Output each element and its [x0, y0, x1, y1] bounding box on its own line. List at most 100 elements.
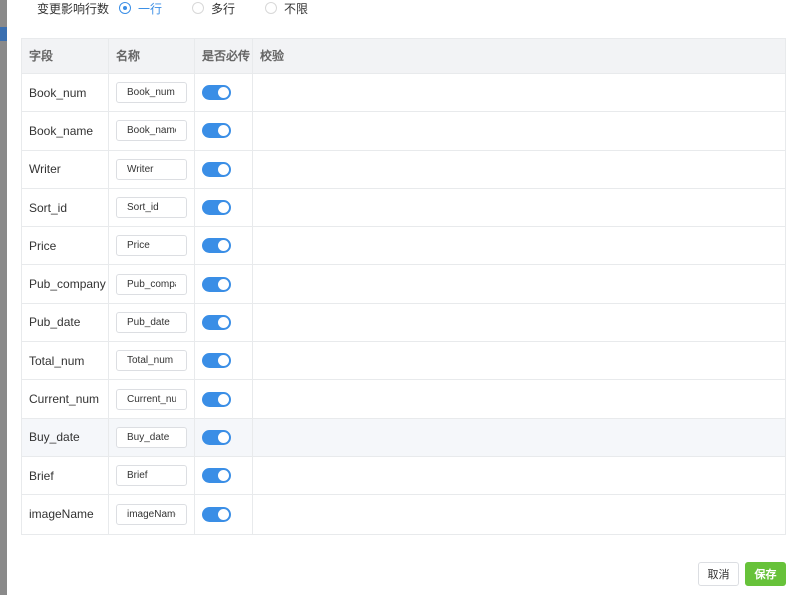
- radio-option-label[interactable]: 一行: [138, 0, 162, 17]
- required-toggle[interactable]: [202, 314, 231, 330]
- name-cell: [109, 495, 195, 534]
- name-input[interactable]: [116, 350, 187, 372]
- name-cell: [109, 418, 195, 456]
- background-page-edge: [0, 0, 7, 595]
- required-toggle[interactable]: [202, 468, 231, 484]
- required-cell: [195, 456, 253, 495]
- validation-cell: [253, 380, 785, 417]
- name-input[interactable]: [116, 120, 187, 142]
- required-toggle[interactable]: [202, 85, 231, 101]
- table-row: Sort_id: [22, 188, 785, 228]
- required-cell: [195, 265, 253, 303]
- background-page-marker: [0, 27, 7, 41]
- radio-checked-icon[interactable]: [119, 2, 132, 14]
- name-input[interactable]: [116, 273, 187, 295]
- required-cell: [195, 188, 253, 227]
- name-cell: [109, 74, 195, 112]
- column-header-field: 字段: [22, 39, 109, 73]
- required-cell: [195, 342, 253, 380]
- table-row: imageName: [22, 495, 785, 534]
- name-cell: [109, 227, 195, 265]
- field-cell: imageName: [22, 495, 109, 534]
- validation-cell: [253, 304, 785, 341]
- required-cell: [195, 112, 253, 150]
- field-cell: Buy_date: [22, 418, 109, 456]
- field-cell: Brief: [22, 456, 109, 495]
- name-cell: [109, 342, 195, 380]
- name-cell: [109, 303, 195, 342]
- column-header-name: 名称: [109, 39, 195, 73]
- name-cell: [109, 456, 195, 495]
- radio-option-label[interactable]: 多行: [211, 0, 235, 17]
- validation-cell: [253, 342, 785, 379]
- required-toggle[interactable]: [202, 200, 231, 216]
- required-cell: [195, 227, 253, 265]
- table-row: Price: [22, 227, 785, 266]
- required-toggle[interactable]: [202, 391, 231, 407]
- affected-rows-radio-group: 变更影响行数 一行 多行 不限: [37, 0, 338, 16]
- required-toggle[interactable]: [202, 238, 231, 254]
- validation-cell: [253, 495, 785, 533]
- required-toggle[interactable]: [202, 506, 231, 522]
- validation-cell: [253, 74, 785, 111]
- save-button[interactable]: 保存: [745, 562, 786, 586]
- name-input[interactable]: [116, 503, 187, 525]
- table-row: Buy_date: [22, 418, 785, 457]
- required-cell: [195, 150, 253, 188]
- column-header-validation: 校验: [260, 49, 285, 63]
- table-body: Book_numBook_nameWriterSort_idPricePub_c…: [22, 74, 785, 534]
- name-input[interactable]: [116, 158, 187, 180]
- table-header: 字段 名称 是否必传 校验: [22, 39, 785, 74]
- validation-cell: [253, 112, 785, 149]
- name-cell: [109, 265, 195, 303]
- validation-cell: [253, 189, 785, 226]
- required-cell: [195, 303, 253, 342]
- name-input[interactable]: [116, 235, 187, 257]
- cancel-button[interactable]: 取消: [698, 562, 739, 586]
- name-input[interactable]: [116, 388, 187, 410]
- column-header-required: 是否必传: [195, 39, 253, 73]
- validation-cell: [253, 227, 785, 264]
- required-toggle[interactable]: [202, 161, 231, 177]
- radio-unchecked-icon[interactable]: [192, 2, 205, 14]
- field-cell: Price: [22, 227, 109, 265]
- name-cell: [109, 112, 195, 150]
- validation-cell: [253, 151, 785, 188]
- radio-option-label[interactable]: 不限: [284, 0, 308, 17]
- affected-rows-label: 变更影响行数: [37, 1, 110, 16]
- field-cell: Pub_date: [22, 303, 109, 342]
- radio-option-one-row[interactable]: 一行: [119, 0, 162, 17]
- required-toggle[interactable]: [202, 353, 231, 369]
- table-row: Total_num: [22, 342, 785, 381]
- name-input[interactable]: [116, 311, 187, 333]
- required-cell: [195, 418, 253, 456]
- radio-option-unlimited[interactable]: 不限: [265, 0, 308, 17]
- required-toggle[interactable]: [202, 123, 231, 139]
- field-config-dialog: 变更影响行数 一行 多行 不限 字段 名称 是否必传 校验 Book_num Bo…: [7, 0, 800, 595]
- validation-cell: [253, 265, 785, 302]
- radio-option-multi-row[interactable]: 多行: [192, 0, 235, 17]
- table-row: Pub_date: [22, 303, 785, 343]
- name-cell: [109, 150, 195, 188]
- table-row: Book_num: [22, 74, 785, 113]
- name-input[interactable]: [116, 426, 187, 448]
- required-cell: [195, 495, 253, 534]
- validation-cell: [253, 419, 785, 456]
- required-cell: [195, 380, 253, 418]
- validation-cell: [253, 457, 785, 494]
- field-cell: Current_num: [22, 380, 109, 418]
- required-toggle[interactable]: [202, 429, 231, 445]
- name-input[interactable]: [116, 197, 187, 219]
- table-row: Current_num: [22, 380, 785, 419]
- radio-unchecked-icon[interactable]: [265, 2, 278, 14]
- name-input[interactable]: [116, 82, 187, 104]
- field-cell: Pub_company: [22, 265, 109, 303]
- table-row: Book_name: [22, 112, 785, 151]
- name-input[interactable]: [116, 465, 187, 487]
- name-cell: [109, 380, 195, 418]
- field-cell: Book_num: [22, 74, 109, 112]
- field-table: 字段 名称 是否必传 校验 Book_numBook_nameWriterSor…: [21, 38, 786, 535]
- field-cell: Book_name: [22, 112, 109, 150]
- required-toggle[interactable]: [202, 276, 231, 292]
- name-cell: [109, 188, 195, 227]
